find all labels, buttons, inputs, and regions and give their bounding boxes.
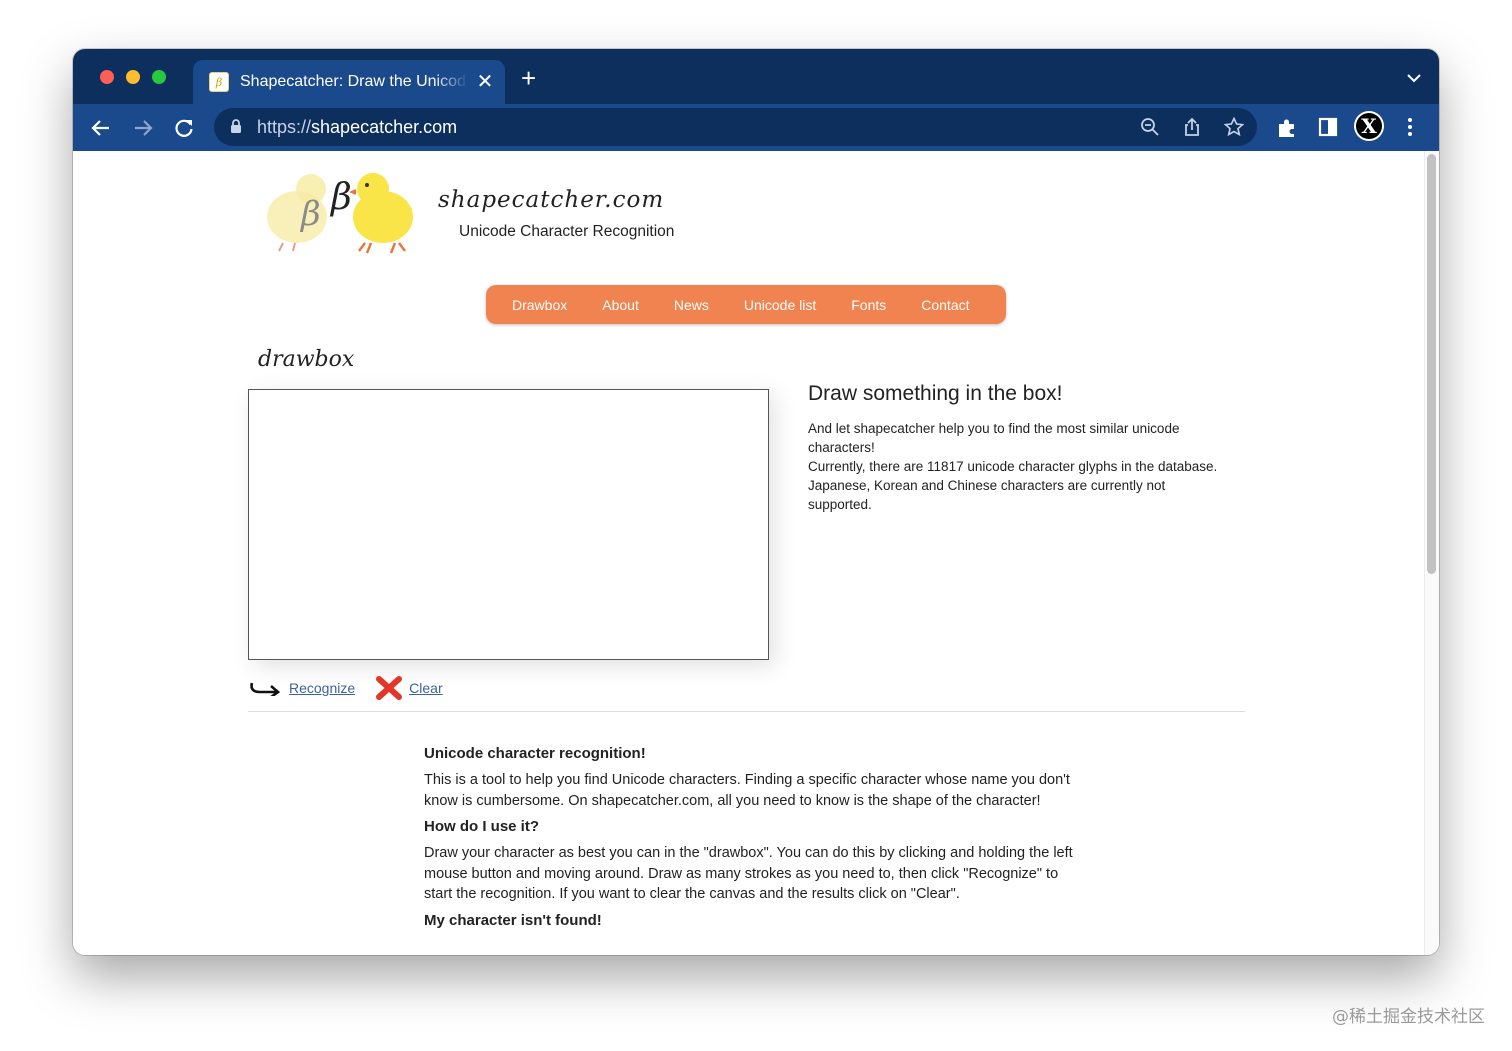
site-logo-text[interactable]: shapecatcher.com xyxy=(438,187,664,213)
site-tagline: Unicode Character Recognition xyxy=(459,223,675,240)
nav-drawbox[interactable]: Drawbox xyxy=(512,297,567,313)
profile-avatar[interactable]: X xyxy=(1354,111,1384,141)
browser-window: β Shapecatcher: Draw the Unicode ✕ + htt… xyxy=(73,49,1439,955)
chick-logo-icon: β β xyxy=(267,173,413,254)
logo-glyph: β xyxy=(329,177,352,218)
maximize-window-button[interactable] xyxy=(152,70,166,84)
nav-unicode-list[interactable]: Unicode list xyxy=(744,297,816,313)
profile-initial: X xyxy=(1356,113,1382,139)
extensions-puzzle-icon[interactable] xyxy=(1276,117,1298,139)
browser-toolbar: https://shapecatcher.com X xyxy=(73,104,1439,151)
lock-icon[interactable] xyxy=(230,119,242,134)
tab-search-chevron-icon[interactable] xyxy=(1407,73,1421,83)
tab-strip: β Shapecatcher: Draw the Unicode ✕ + xyxy=(73,49,1439,104)
site-favicon-icon: β xyxy=(209,72,229,92)
tab-shapecatcher[interactable]: β Shapecatcher: Draw the Unicode ✕ xyxy=(193,60,505,104)
watermark-text: @稀土掘金技术社区 xyxy=(1332,1007,1485,1027)
intro-text: And let shapecatcher help you to find th… xyxy=(808,419,1228,514)
nav-news[interactable]: News xyxy=(674,297,709,313)
back-arrow-icon[interactable] xyxy=(90,117,112,139)
tab-title: Shapecatcher: Draw the Unicode xyxy=(240,73,468,90)
new-tab-button[interactable]: + xyxy=(521,65,536,91)
clear-link[interactable]: Clear xyxy=(409,680,442,696)
nav-fonts[interactable]: Fonts xyxy=(851,297,886,313)
info-heading: Unicode character recognition! xyxy=(424,745,646,762)
intro-line: And let shapecatcher help you to find th… xyxy=(808,421,1180,455)
browser-menu-icon[interactable] xyxy=(1407,117,1413,137)
intro-line: Currently, there are 11817 unicode chara… xyxy=(808,459,1218,474)
drawbox-actions: Recognize Clear xyxy=(249,675,443,701)
nav-contact[interactable]: Contact xyxy=(921,297,969,313)
share-icon[interactable] xyxy=(1182,117,1202,137)
intro-line: Japanese, Korean and Chinese characters … xyxy=(808,478,1166,512)
recognize-arrow-icon[interactable] xyxy=(249,680,281,696)
logo-glyph: β xyxy=(299,194,321,234)
tab-close-icon[interactable]: ✕ xyxy=(475,72,495,92)
url-text[interactable]: https://shapecatcher.com xyxy=(257,117,457,138)
main-nav: Drawbox About News Unicode list Fonts Co… xyxy=(486,285,1006,324)
info-section: Unicode character recognition! This is a… xyxy=(424,745,1074,937)
section-divider xyxy=(248,711,1245,712)
recognize-link[interactable]: Recognize xyxy=(289,680,355,696)
side-panel-icon[interactable] xyxy=(1318,117,1338,137)
reload-icon[interactable] xyxy=(173,117,195,139)
nav-about[interactable]: About xyxy=(602,297,639,313)
drawbox-canvas[interactable] xyxy=(248,389,769,660)
drawbox-heading: drawbox xyxy=(258,347,355,372)
minimize-window-button[interactable] xyxy=(126,70,140,84)
page-viewport: β β shapecatcher.com Unicode Character R… xyxy=(73,151,1439,955)
page-scrollbar[interactable] xyxy=(1424,151,1439,955)
info-paragraph: Draw your character as best you can in t… xyxy=(424,845,1073,902)
close-window-button[interactable] xyxy=(100,70,114,84)
clear-x-icon[interactable] xyxy=(375,675,403,701)
info-heading: My character isn't found! xyxy=(424,911,602,929)
address-bar[interactable]: https://shapecatcher.com xyxy=(214,108,1257,146)
scrollbar-thumb[interactable] xyxy=(1427,154,1436,574)
forward-arrow-icon[interactable] xyxy=(132,117,154,139)
bookmark-star-icon[interactable] xyxy=(1224,117,1244,137)
info-paragraph: This is a tool to help you find Unicode … xyxy=(424,772,1070,809)
info-heading: How do I use it? xyxy=(424,818,539,835)
zoom-icon[interactable] xyxy=(1140,117,1160,137)
intro-title: Draw something in the box! xyxy=(808,382,1063,405)
